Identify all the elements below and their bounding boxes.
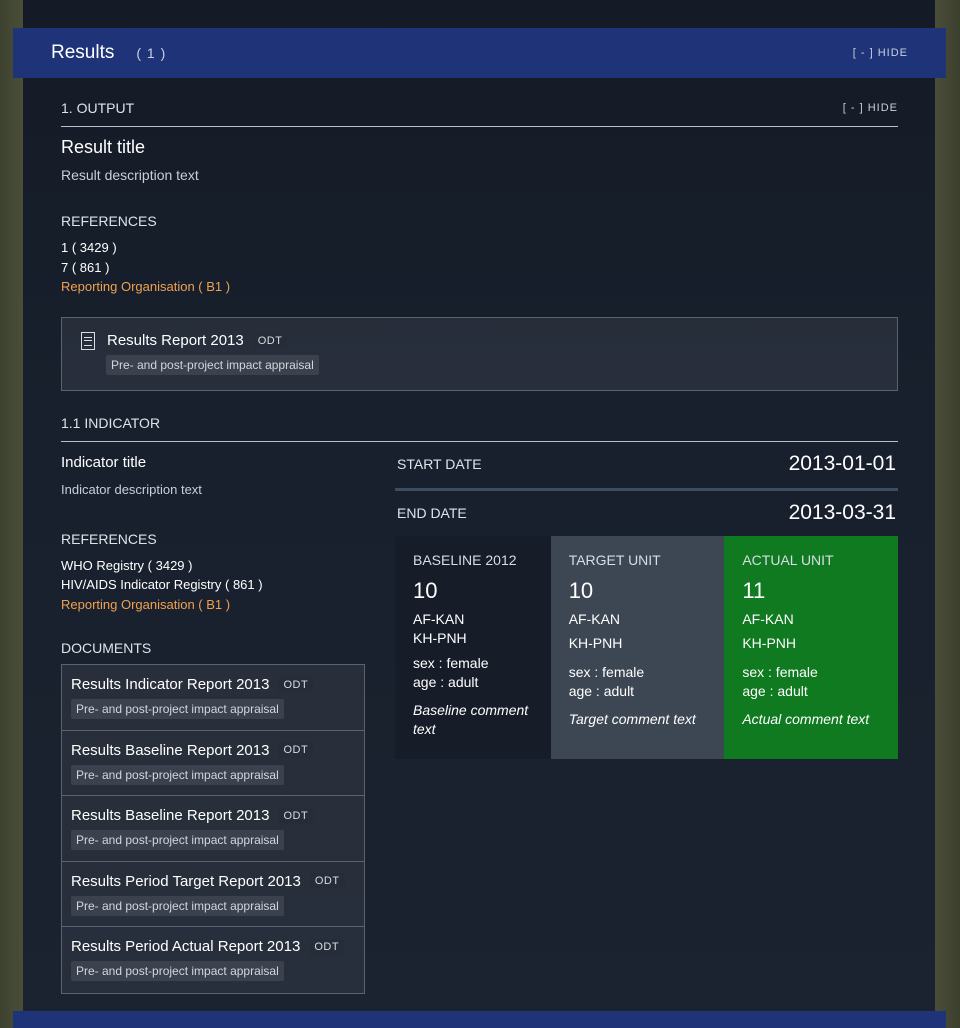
reference-item[interactable]: 7 ( 861 ) — [61, 258, 898, 278]
format-badge: ODT — [309, 938, 345, 955]
start-date-value: 2013-01-01 — [788, 451, 896, 475]
target-value: 10 — [568, 577, 594, 603]
dimension: age : adult — [742, 682, 808, 699]
target-label: TARGET UNIT — [568, 551, 661, 568]
end-date-value: 2013-03-31 — [788, 500, 896, 524]
actual-column: ACTUAL UNIT 11 AF-KAN KH-PNH sex : femal… — [724, 535, 898, 759]
indicator-description: Indicator description text — [61, 481, 202, 497]
document-title[interactable]: Results Period Target Report 2013 — [71, 873, 301, 890]
list-item[interactable]: Results Baseline Report 2013 ODT Pre- an… — [62, 796, 364, 862]
start-date-row: START DATE 2013-01-01 — [395, 442, 898, 486]
output-hide-toggle[interactable]: [ - ] HIDE — [843, 102, 898, 114]
documents-list: Results Indicator Report 2013 ODT Pre- a… — [61, 664, 365, 994]
indicator-references-list: WHO Registry ( 3429 ) HIV/AIDS Indicator… — [61, 556, 365, 615]
actual-value: 11 — [742, 577, 766, 603]
result-title: Result title — [61, 137, 146, 157]
reporting-organisation-link[interactable]: Reporting Organisation ( B1 ) — [61, 277, 898, 297]
format-badge: ODT — [278, 676, 314, 693]
list-item[interactable]: Results Baseline Report 2013 ODT Pre- an… — [62, 730, 364, 796]
document-title[interactable]: Results Period Actual Report 2013 — [71, 938, 300, 955]
indicator-references-heading: REFERENCES — [61, 530, 157, 547]
dimension: sex : female — [413, 654, 489, 671]
baseline-dimensions: sex : female age : adult — [413, 654, 551, 692]
results-title: Results — [51, 42, 115, 63]
result-description: Result description text — [61, 167, 199, 183]
document-category: Pre- and post-project impact appraisal — [71, 699, 284, 719]
document-title[interactable]: Results Baseline Report 2013 — [71, 742, 269, 759]
output-section-header: 1. OUTPUT [ - ] HIDE — [61, 96, 898, 127]
baseline-value: 10 — [413, 577, 438, 603]
results-content: 1. OUTPUT [ - ] HIDE Result title Result… — [61, 96, 898, 994]
actual-comment: Actual comment text — [742, 710, 870, 727]
target-comment: Target comment text — [568, 710, 696, 727]
list-item[interactable]: Results Period Actual Report 2013 ODT Pr… — [62, 927, 364, 993]
list-item[interactable]: Results Indicator Report 2013 ODT Pre- a… — [62, 665, 364, 731]
document-icon — [81, 331, 95, 350]
start-date-label: START DATE — [397, 455, 482, 472]
location-code: AF-KAN — [413, 610, 465, 627]
target-locations: AF-KAN KH-PNH — [569, 610, 725, 653]
baseline-comment: Baseline comment text — [413, 701, 529, 737]
format-badge: ODT — [309, 873, 345, 889]
location-code: AF-KAN — [742, 610, 794, 627]
indicator-label: 1.1 INDICATOR — [61, 414, 161, 431]
document-category: Pre- and post-project impact appraisal — [106, 354, 319, 375]
format-badge: ODT — [278, 742, 314, 758]
location-code: AF-KAN — [568, 610, 621, 627]
indicator-section-header: 1.1 INDICATOR — [61, 411, 898, 442]
format-badge: ODT — [252, 332, 288, 349]
document-title[interactable]: Results Baseline Report 2013 — [71, 807, 269, 824]
document-title[interactable]: Results Indicator Report 2013 — [71, 676, 269, 693]
target-column: TARGET UNIT 10 AF-KAN KH-PNH sex : femal… — [550, 535, 725, 759]
indicator-period: START DATE 2013-01-01 END DATE 2013-03-3… — [395, 442, 898, 994]
results-header: Results ( 1 ) [ - ] HIDE — [13, 28, 946, 78]
actual-label: ACTUAL UNIT — [742, 551, 834, 568]
document-category: Pre- and post-project impact appraisal — [71, 895, 284, 916]
period-values: BASELINE 2012 10 AF-KAN KH-PNH sex : fem… — [395, 535, 898, 759]
document-category: Pre- and post-project impact appraisal — [71, 764, 284, 785]
dimension: sex : female — [568, 663, 645, 680]
location-code: KH-PNH — [413, 629, 467, 646]
actual-locations: AF-KAN KH-PNH — [742, 610, 898, 653]
output-document[interactable]: Results Report 2013 ODT Pre- and post-pr… — [61, 316, 898, 391]
next-section-bar — [13, 1011, 946, 1028]
documents-heading: DOCUMENTS — [61, 640, 152, 656]
actual-dimensions: sex : female age : adult — [742, 663, 898, 701]
indicator-title: Indicator title — [61, 453, 147, 471]
document-category: Pre- and post-project impact appraisal — [71, 830, 284, 850]
location-code: KH-PNH — [568, 634, 623, 651]
end-date-label: END DATE — [397, 504, 467, 521]
document-category: Pre- and post-project impact appraisal — [71, 961, 284, 981]
reporting-organisation-link[interactable]: Reporting Organisation ( B1 ) — [61, 595, 365, 615]
baseline-label: BASELINE 2012 — [413, 551, 517, 568]
list-item[interactable]: Results Period Target Report 2013 ODT Pr… — [62, 861, 364, 927]
end-date-row: END DATE 2013-03-31 — [395, 491, 898, 535]
output-label: 1. OUTPUT — [61, 100, 135, 116]
baseline-locations: AF-KAN KH-PNH — [413, 610, 551, 648]
results-hide-toggle[interactable]: [ - ] HIDE — [853, 47, 908, 59]
target-dimensions: sex : female age : adult — [569, 663, 725, 701]
reference-item[interactable]: WHO Registry ( 3429 ) — [61, 556, 365, 576]
dimension: sex : female — [742, 663, 818, 680]
dimension: age : adult — [413, 673, 479, 690]
reference-item[interactable]: 1 ( 3429 ) — [61, 238, 898, 258]
output-references-list: 1 ( 3429 ) 7 ( 861 ) Reporting Organisat… — [61, 238, 898, 297]
document-title[interactable]: Results Report 2013 — [107, 332, 244, 349]
reference-item[interactable]: HIV/AIDS Indicator Registry ( 861 ) — [61, 575, 365, 595]
indicator-details: Indicator title Indicator description te… — [61, 442, 365, 994]
format-badge: ODT — [278, 807, 314, 824]
indicator-section: 1.1 INDICATOR Indicator title Indicator … — [61, 411, 898, 994]
output-references-heading: REFERENCES — [61, 213, 157, 229]
location-code: KH-PNH — [742, 634, 797, 651]
results-count: ( 1 ) — [136, 45, 167, 61]
baseline-column: BASELINE 2012 10 AF-KAN KH-PNH sex : fem… — [395, 535, 551, 759]
dimension: age : adult — [568, 682, 635, 699]
